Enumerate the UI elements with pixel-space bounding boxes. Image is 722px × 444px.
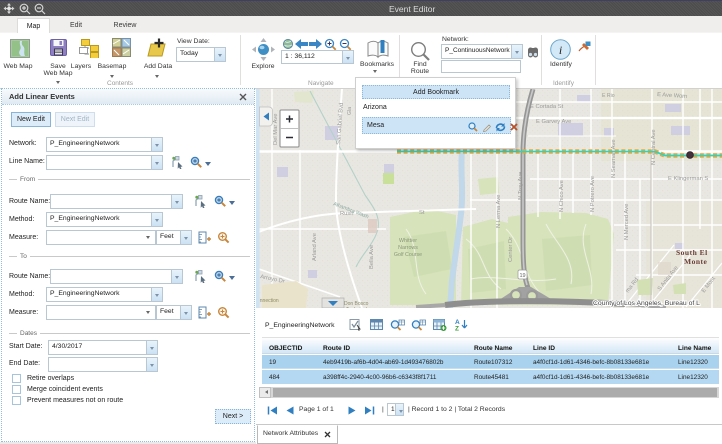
svg-text:N Central Ave: N Central Ave — [651, 129, 657, 165]
svg-text:19: 19 — [519, 273, 525, 279]
svg-text:Golf Course: Golf Course — [394, 252, 422, 258]
svg-text:St: St — [419, 210, 425, 216]
svg-text:E Garvey Ave: E Garvey Ave — [536, 119, 571, 125]
svg-text:Whittier: Whittier — [399, 238, 417, 244]
svg-text:onnection: onnection — [257, 298, 279, 304]
svg-text:Z: Z — [455, 326, 459, 332]
svg-text:Del Mar Ave: Del Mar Ave — [273, 114, 279, 145]
svg-text:Arland Ave: Arland Ave — [312, 233, 318, 261]
svg-text:N Seaman Ave: N Seaman Ave — [611, 139, 617, 178]
svg-text:County of Los Angeles, Bureau: County of Los Angeles, Bureau of L — [593, 300, 700, 307]
svg-text:South El: South El — [676, 248, 708, 257]
svg-text:i: i — [559, 43, 562, 57]
svg-text:N Lerma Ave: N Lerma Ave — [496, 195, 502, 228]
svg-text:N Chico Ave: N Chico Ave — [559, 180, 565, 212]
svg-text:E Rio: E Rio — [602, 93, 615, 99]
svg-text:Monte: Monte — [684, 257, 707, 266]
svg-text:N Troy Ave: N Troy Ave — [518, 172, 524, 200]
svg-text:Narrows: Narrows — [398, 245, 418, 251]
svg-text:Center Dr: Center Dr — [508, 237, 514, 262]
svg-text:N Merced Ave: N Merced Ave — [624, 204, 630, 240]
svg-text:E Klingerman S: E Klingerman S — [668, 176, 708, 182]
svg-text:Technical: Technical — [346, 307, 367, 308]
svg-text:E Cortada St: E Cortada St — [530, 104, 564, 110]
svg-text:N Potrero Ave: N Potrero Ave — [590, 176, 596, 212]
svg-text:Bella Ave: Bella Ave — [369, 245, 375, 269]
svg-text:Gla: Gla — [347, 107, 353, 115]
